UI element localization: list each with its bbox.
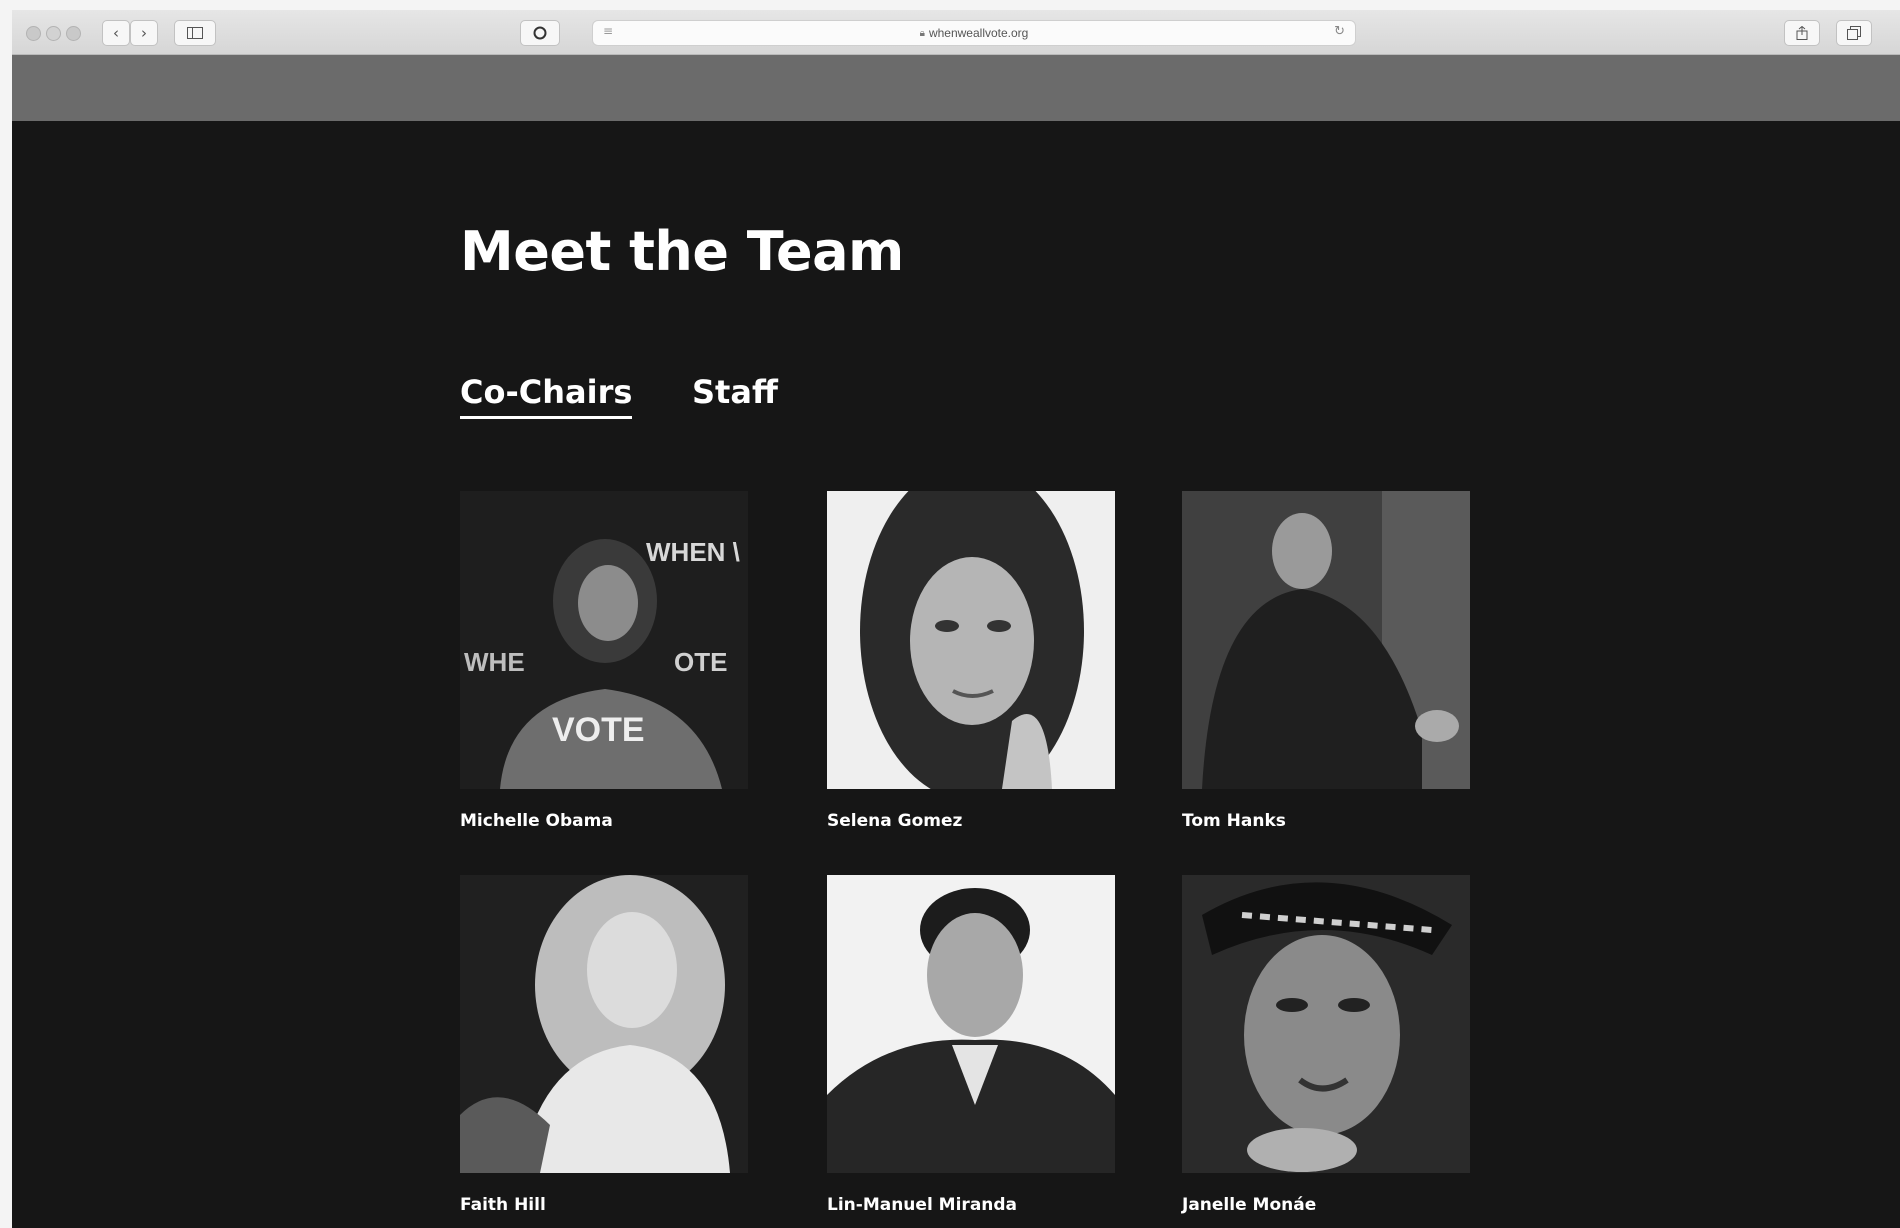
share-button[interactable] [1784, 20, 1820, 46]
team-card-janelle-monae[interactable]: Janelle Monáe [1182, 875, 1470, 1215]
minimize-window-button[interactable] [46, 26, 61, 41]
photo-shirt-text: VOTE [552, 711, 645, 749]
team-card-selena-gomez[interactable]: Selena Gomez [827, 491, 1115, 831]
tab-co-chairs[interactable]: Co-Chairs [460, 373, 633, 419]
chevron-right-icon: › [141, 24, 147, 42]
address-bar[interactable]: ≡ 🔒︎ whenweallvote.org ↻ [592, 20, 1356, 46]
tabs-overview-button[interactable] [1836, 20, 1872, 46]
photo-sign-text: WHE [464, 647, 525, 677]
member-name: Lin-Manuel Miranda [827, 1195, 1018, 1215]
url-text: whenweallvote.org [928, 26, 1029, 40]
url-display: 🔒︎ whenweallvote.org [593, 21, 1355, 45]
member-photo[interactable] [1182, 875, 1470, 1173]
member-name: Tom Hanks [1182, 811, 1286, 831]
member-photo[interactable] [1182, 491, 1470, 789]
reload-icon[interactable]: ↻ [1334, 24, 1345, 39]
member-photo[interactable] [827, 491, 1115, 789]
share-icon [1796, 26, 1808, 40]
member-photo[interactable] [827, 875, 1115, 1173]
photo-sign-text: WHEN \ [646, 537, 740, 567]
forward-button[interactable]: › [130, 20, 158, 46]
tab-staff[interactable]: Staff [692, 373, 778, 411]
close-window-button[interactable] [26, 26, 41, 41]
team-card-michelle-obama[interactable]: WHEN \ WHE OTE VOTE Michelle Obama [460, 491, 748, 831]
main-content: Meet the Team Co-Chairs Staff WHEN \ WHE… [12, 121, 1900, 1228]
lock-icon: 🔒︎ [919, 27, 925, 39]
sidebar-icon [187, 27, 203, 39]
browser-window: ‹ › ≡ 🔒︎ whenweallvote.org ↻ Meet the Te… [12, 10, 1900, 1228]
zoom-window-button[interactable] [66, 26, 81, 41]
team-card-lin-manuel-miranda[interactable]: Lin-Manuel Miranda [827, 875, 1115, 1215]
member-name: Faith Hill [460, 1195, 546, 1215]
page-title: Meet the Team [460, 220, 904, 283]
site-header-band [12, 55, 1900, 121]
privacy-button[interactable] [520, 20, 560, 46]
team-card-tom-hanks[interactable]: Tom Hanks [1182, 491, 1470, 831]
chevron-left-icon: ‹ [113, 24, 119, 42]
sidebar-toggle-button[interactable] [174, 20, 216, 46]
member-photo[interactable]: WHEN \ WHE OTE VOTE [460, 491, 748, 789]
member-name: Selena Gomez [827, 811, 963, 831]
shield-icon [533, 26, 547, 40]
member-name: Michelle Obama [460, 811, 613, 831]
tabs-icon [1847, 26, 1861, 40]
team-card-faith-hill[interactable]: Faith Hill [460, 875, 748, 1215]
browser-toolbar: ‹ › ≡ 🔒︎ whenweallvote.org ↻ [12, 10, 1900, 55]
back-button[interactable]: ‹ [102, 20, 130, 46]
member-name: Janelle Monáe [1182, 1195, 1317, 1215]
photo-sign-text: OTE [674, 647, 727, 677]
member-photo[interactable] [460, 875, 748, 1173]
